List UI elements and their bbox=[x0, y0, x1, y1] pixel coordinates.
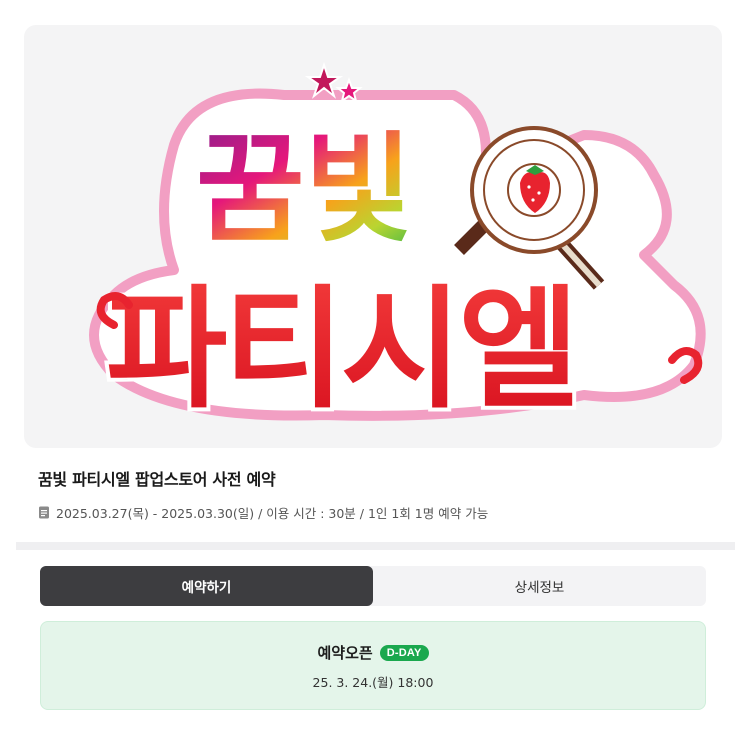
event-banner: 꿈빛 파티시엘 bbox=[24, 25, 722, 448]
event-info: 2025.03.27(목) - 2025.03.30(일) / 이용 시간 : … bbox=[38, 503, 488, 522]
tab-details[interactable]: 상세정보 bbox=[373, 566, 706, 606]
event-title: 꿈빛 파티시엘 팝업스토어 사전 예약 bbox=[38, 470, 276, 489]
reservation-open-date: 25. 3. 24.(월) 18:00 bbox=[312, 675, 434, 690]
reservation-open-label: 예약오픈 bbox=[317, 644, 373, 662]
document-icon bbox=[38, 506, 50, 519]
stars-icon bbox=[304, 61, 363, 104]
reservation-open-card: 예약오픈 D-DAY 25. 3. 24.(월) 18:00 bbox=[40, 621, 706, 710]
event-info-text: 2025.03.27(목) - 2025.03.30(일) / 이용 시간 : … bbox=[56, 506, 489, 521]
svg-text:꿈빛: 꿈빛 bbox=[196, 120, 413, 258]
tab-reserve[interactable]: 예약하기 bbox=[40, 566, 373, 606]
dday-badge: D-DAY bbox=[379, 644, 429, 661]
reservation-open-row: 예약오픈 D-DAY bbox=[41, 642, 705, 663]
kumbit-patissier-logo: 꿈빛 파티시엘 bbox=[89, 61, 706, 431]
svg-text:파티시엘: 파티시엘 bbox=[106, 273, 576, 427]
tab-bar: 예약하기 상세정보 bbox=[40, 566, 706, 606]
section-divider bbox=[16, 542, 735, 550]
